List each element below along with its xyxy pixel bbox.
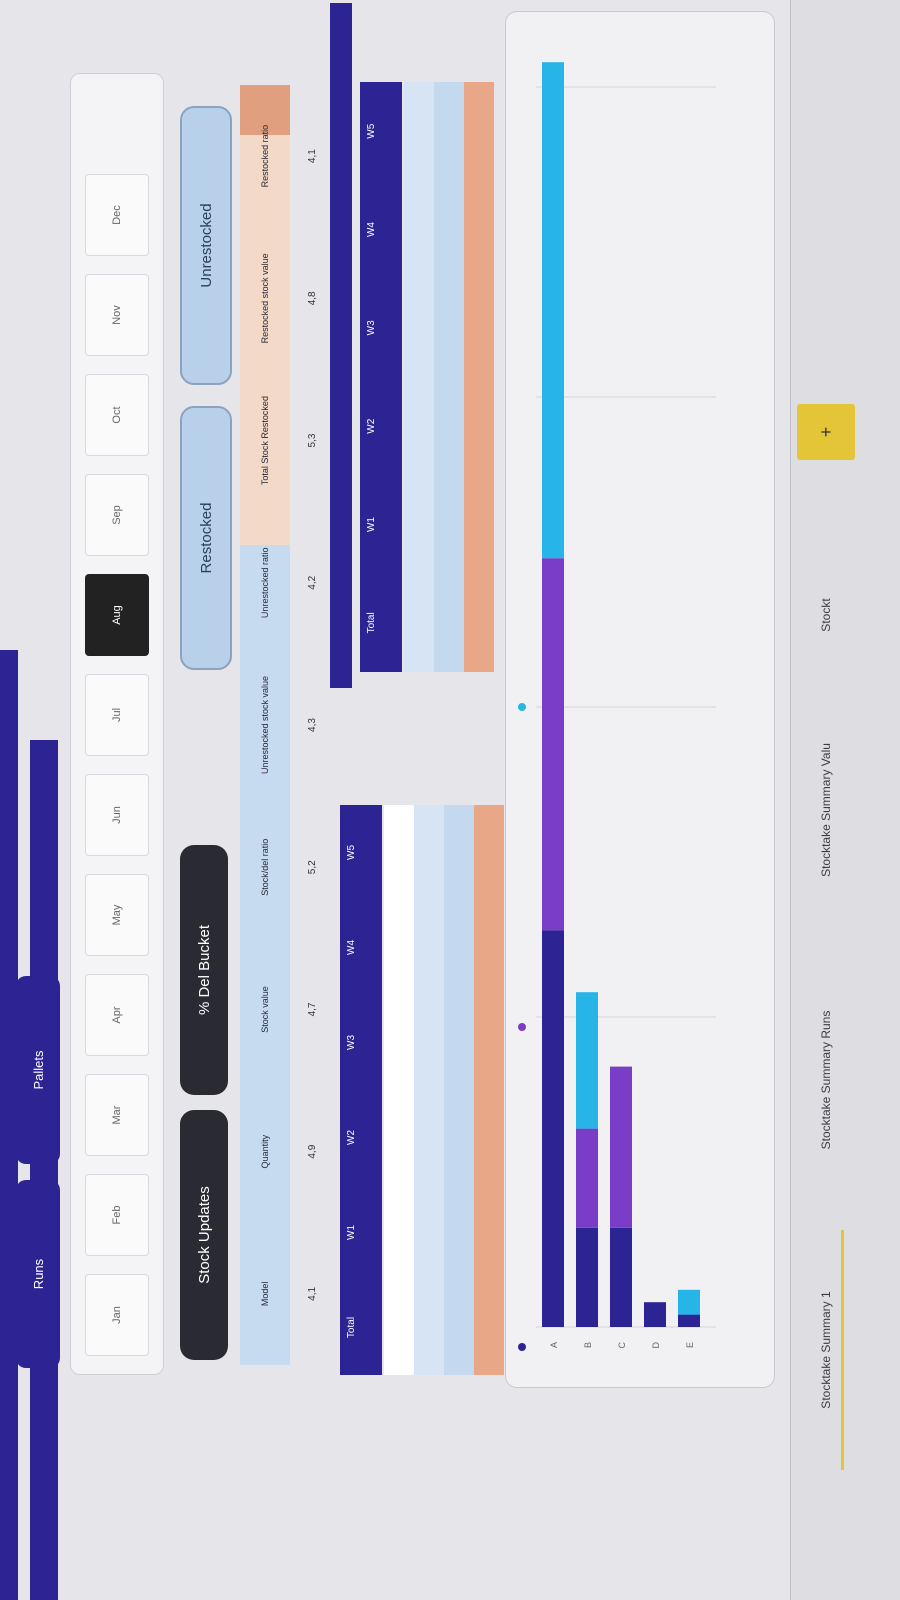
chart-bar	[576, 1128, 598, 1228]
chart-category-label: E	[685, 1342, 695, 1348]
month-sep[interactable]: Sep	[85, 474, 149, 556]
chart-category-label: D	[651, 1342, 661, 1349]
table-column-header: W5	[346, 845, 357, 860]
month-jun[interactable]: Jun	[85, 774, 149, 856]
right-stock-table: Total W1 W2 W3 W4 W5	[360, 82, 500, 672]
chart-bar	[678, 1314, 700, 1327]
month-feb[interactable]: Feb	[85, 1174, 149, 1256]
left-stock-table: Total W1 W2 W3 W4 W5	[340, 805, 504, 1375]
app-canvas: Runs Pallets Jan Feb Mar Apr May Jun Jul…	[0, 0, 900, 1600]
month-nov[interactable]: Nov	[85, 274, 149, 356]
pallets-button[interactable]: Pallets	[16, 976, 60, 1164]
chart-category-label: B	[583, 1342, 593, 1348]
pct-del-bucket-label: % Del Bucket	[195, 924, 213, 1016]
chart-legend-marker	[518, 1343, 526, 1351]
pct-del-bucket-button[interactable]: % Del Bucket	[180, 845, 228, 1095]
month-oct[interactable]: Oct	[85, 374, 149, 456]
chart-legend-marker	[518, 1023, 526, 1031]
summary-header-cell: Restocked ratio	[260, 124, 270, 188]
tab-stocktake-summary-1[interactable]: Stocktake Summary 1	[811, 1230, 844, 1470]
table-row	[414, 805, 444, 1375]
table-column-header: Total	[366, 612, 377, 634]
chart-bar	[644, 1302, 666, 1327]
summary-value-cell: 4,1	[307, 1286, 318, 1301]
stock-chart: A B C D E	[505, 11, 775, 1388]
summary-value-cell: 4,8	[307, 291, 318, 306]
summary-header-cell: Restocked stock value	[260, 253, 270, 344]
chart-bar	[576, 1227, 598, 1327]
unrestocked-label: Unrestocked	[197, 203, 215, 288]
sheet-tab-bar: Stocktake Summary 1 Stocktake Summary Ru…	[790, 0, 900, 1600]
chart-category-label: A	[549, 1342, 559, 1348]
summary-header-cell: Quantity	[260, 1134, 270, 1169]
chart-bar	[678, 1289, 700, 1315]
summary-value-cell: 4,3	[307, 718, 318, 732]
tab-stocktake-summary-runs[interactable]: Stocktake Summary Runs	[811, 960, 841, 1200]
tab-stockt[interactable]: Stockt	[811, 560, 841, 670]
table-column-header: W4	[346, 940, 357, 955]
month-jul[interactable]: Jul	[85, 674, 149, 756]
month-aug[interactable]: Aug	[85, 574, 149, 656]
month-dec[interactable]: Dec	[85, 174, 149, 256]
summary-value-cell: 4,2	[307, 575, 318, 590]
chart-bar	[610, 1066, 632, 1228]
table-column-header: Total	[346, 1316, 357, 1339]
restocked-button[interactable]: Restocked	[180, 406, 232, 670]
chart-bar	[542, 930, 564, 1327]
summary-header-cell: Total Stock Restocked	[260, 396, 270, 486]
stock-banner	[330, 3, 352, 688]
table-row	[434, 82, 464, 672]
chart-bar	[542, 62, 564, 559]
table-column-header: W3	[346, 1035, 357, 1050]
table-column-header: W2	[366, 418, 377, 434]
summary-value-cell: 4,1	[307, 149, 318, 164]
table-row	[474, 805, 504, 1375]
table-row	[464, 82, 494, 672]
table-column-header: W1	[366, 517, 377, 533]
chart-category-label: C	[617, 1342, 627, 1349]
runs-button[interactable]: Runs	[16, 1180, 60, 1368]
table-column-header: W5	[366, 123, 377, 139]
summary-value-cell: 5,2	[307, 860, 318, 875]
summary-value-cell: 5,3	[307, 433, 318, 448]
stock-updates-label: Stock Updates	[195, 1186, 213, 1284]
month-mar[interactable]: Mar	[85, 1074, 149, 1156]
table-row	[444, 805, 474, 1375]
tab-stocktake-summary-valu[interactable]: Stocktake Summary Valu	[811, 690, 841, 930]
chart-bar	[576, 992, 598, 1129]
summary-value-cell: 4,9	[307, 1144, 318, 1159]
runs-label: Runs	[30, 1258, 46, 1290]
month-may[interactable]: May	[85, 874, 149, 956]
table-column-header: W3	[366, 320, 377, 336]
table-column-header: W1	[346, 1225, 357, 1240]
restocked-label: Restocked	[197, 502, 215, 574]
table-column-header: W2	[346, 1130, 357, 1145]
month-apr[interactable]: Apr	[85, 974, 149, 1056]
summary-header-cell: Stock value	[260, 986, 270, 1033]
chart-bar	[610, 1227, 632, 1327]
summary-header-cell: Stock/del ratio	[260, 838, 270, 896]
stock-updates-button[interactable]: Stock Updates	[180, 1110, 228, 1360]
table-row	[384, 805, 414, 1375]
summary-header-cell: Model	[260, 1281, 270, 1307]
add-tab-button[interactable]: +	[797, 404, 855, 460]
chart-bar	[542, 558, 564, 931]
table-column-header: W4	[366, 222, 377, 238]
chart-legend-marker	[518, 703, 526, 711]
stacked-bar-chart: A B C D E	[518, 62, 716, 1351]
summary-header-cell: Unrestocked ratio	[260, 547, 270, 619]
summary-header-cell: Unrestocked stock value	[260, 676, 270, 775]
month-jan[interactable]: Jan	[85, 1274, 149, 1356]
month-selector: Jan Feb Mar Apr May Jun Jul Aug Sep Oct …	[70, 73, 164, 1375]
pallets-label: Pallets	[30, 1050, 46, 1090]
unrestocked-button[interactable]: Unrestocked	[180, 106, 232, 385]
table-row	[404, 82, 434, 672]
header-bar-second	[30, 740, 58, 1600]
summary-value-cell: 4,7	[307, 1002, 318, 1017]
